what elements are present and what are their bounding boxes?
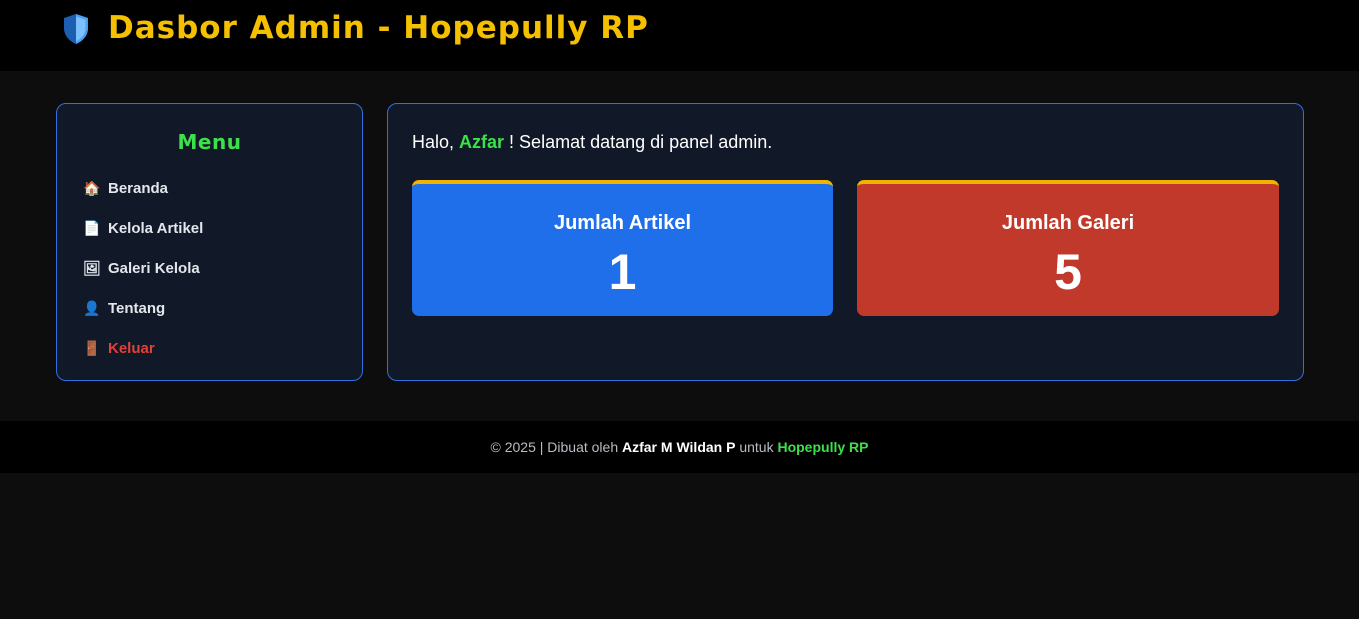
footer-project: Hopepully RP	[777, 439, 869, 455]
stat-value: 1	[608, 244, 637, 300]
sidebar-item-kelola-artikel[interactable]: 📄 Kelola Artikel	[83, 216, 203, 240]
gallery-count-card: Jumlah Galeri 5	[857, 180, 1279, 316]
main-panel: Halo, Azfar ! Selamat datang di panel ad…	[387, 103, 1304, 381]
shield-icon	[64, 14, 88, 44]
document-icon: 📄	[83, 220, 101, 236]
sidebar-item-beranda[interactable]: 🏠 Beranda	[83, 176, 168, 200]
sidebar-item-label: Galeri Kelola	[108, 259, 200, 277]
username: Azfar	[459, 132, 505, 152]
sidebar: Menu 🏠 Beranda 📄 Kelola Artikel 🖼 Galeri…	[56, 103, 363, 381]
stat-label: Jumlah Galeri	[1001, 212, 1135, 234]
greeting-prefix: Halo,	[412, 132, 460, 152]
footer-middle: untuk	[735, 439, 778, 455]
stat-value: 5	[1054, 244, 1082, 300]
greeting-suffix: ! Selamat datang di panel admin.	[504, 132, 773, 152]
door-icon: 🚪	[83, 340, 101, 356]
sidebar-item-galeri-kelola[interactable]: 🖼 Galeri Kelola	[83, 256, 200, 280]
footer: © 2025 | Dibuat oleh Azfar M Wildan P un…	[0, 421, 1359, 473]
picture-icon: 🖼	[83, 260, 101, 276]
sidebar-item-tentang[interactable]: 👤 Tentang	[83, 296, 165, 320]
page-title: Dasbor Admin - Hopepully RP	[108, 10, 649, 46]
footer-copyright: © 2025 | Dibuat oleh	[490, 439, 622, 455]
house-icon: 🏠	[83, 180, 101, 196]
sidebar-title: Menu	[177, 130, 242, 154]
sidebar-item-label: Beranda	[108, 179, 169, 197]
footer-author: Azfar M Wildan P	[622, 439, 736, 455]
article-count-card: Jumlah Artikel 1	[412, 180, 833, 316]
greeting: Halo, Azfar ! Selamat datang di panel ad…	[412, 132, 772, 153]
sidebar-item-label: Kelola Artikel	[108, 219, 204, 237]
sidebar-item-label: Keluar	[108, 339, 155, 357]
stat-label: Jumlah Artikel	[553, 212, 692, 234]
top-header: Dasbor Admin - Hopepully RP	[0, 0, 1359, 71]
sidebar-item-label: Tentang	[108, 299, 166, 317]
sidebar-item-keluar[interactable]: 🚪 Keluar	[83, 336, 155, 360]
user-icon: 👤	[83, 300, 101, 316]
